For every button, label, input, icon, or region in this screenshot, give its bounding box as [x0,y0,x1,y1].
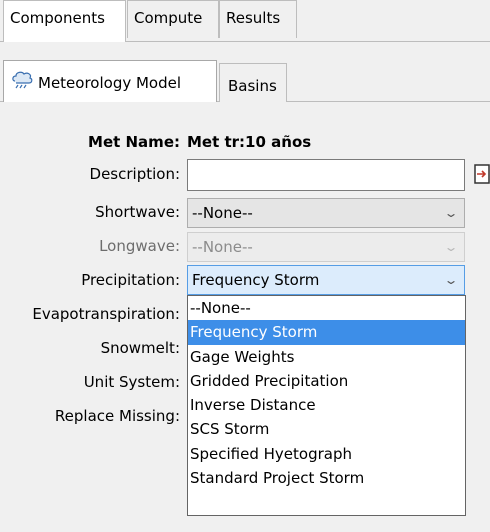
replace-missing-label: Replace Missing: [54,407,180,425]
tab-basins-label: Basins [228,77,277,95]
longwave-select: --None-- ⌄ [187,232,465,262]
dropdown-option[interactable]: --None-- [188,296,465,320]
description-editor-icon[interactable] [474,163,490,185]
precipitation-select[interactable]: Frequency Storm ⌄ [187,265,465,295]
description-label: Description: [89,165,180,183]
tab-compute[interactable]: Compute [127,0,219,38]
precipitation-value: Frequency Storm [192,271,320,289]
longwave-label: Longwave: [99,237,180,255]
dropdown-option[interactable]: Gridded Precipitation [188,369,465,393]
shortwave-label: Shortwave: [95,203,180,221]
meteorology-icon [12,62,34,106]
dropdown-option[interactable]: Standard Project Storm [188,466,465,490]
dropdown-option[interactable]: Gage Weights [188,345,465,369]
dropdown-option[interactable]: SCS Storm [188,417,465,441]
longwave-value: --None-- [192,238,253,256]
snowmelt-label: Snowmelt: [100,339,180,357]
met-name-value: Met tr:10 años [187,133,312,151]
dropdown-option[interactable]: Inverse Distance [188,393,465,417]
dropdown-option-selected[interactable]: Frequency Storm [188,320,465,345]
shortwave-select[interactable]: --None-- ⌄ [187,198,465,228]
chevron-down-icon: ⌄ [443,206,459,220]
unit-system-label: Unit System: [83,373,180,391]
shortwave-value: --None-- [192,204,253,222]
precipitation-label: Precipitation: [81,271,180,289]
tab-meteorology-model-label: Meteorology Model [38,74,182,92]
tab-results-label: Results [226,9,281,27]
chevron-down-icon: ⌄ [443,240,459,254]
tab-components-label: Components [10,9,105,27]
evapotranspiration-label: Evapotranspiration: [32,305,180,323]
dropdown-option[interactable]: Specified Hyetograph [188,442,465,466]
met-name-label: Met Name: [88,133,180,151]
precipitation-dropdown-list[interactable]: --None-- Frequency Storm Gage Weights Gr… [187,295,466,516]
tab-compute-label: Compute [134,9,203,27]
tab-meteorology-model[interactable]: Meteorology Model [3,60,217,102]
tab-components[interactable]: Components [3,0,126,42]
tab-results[interactable]: Results [219,0,297,38]
chevron-down-icon: ⌄ [443,273,459,287]
description-input[interactable] [187,159,465,191]
tab-basins[interactable]: Basins [219,63,287,102]
